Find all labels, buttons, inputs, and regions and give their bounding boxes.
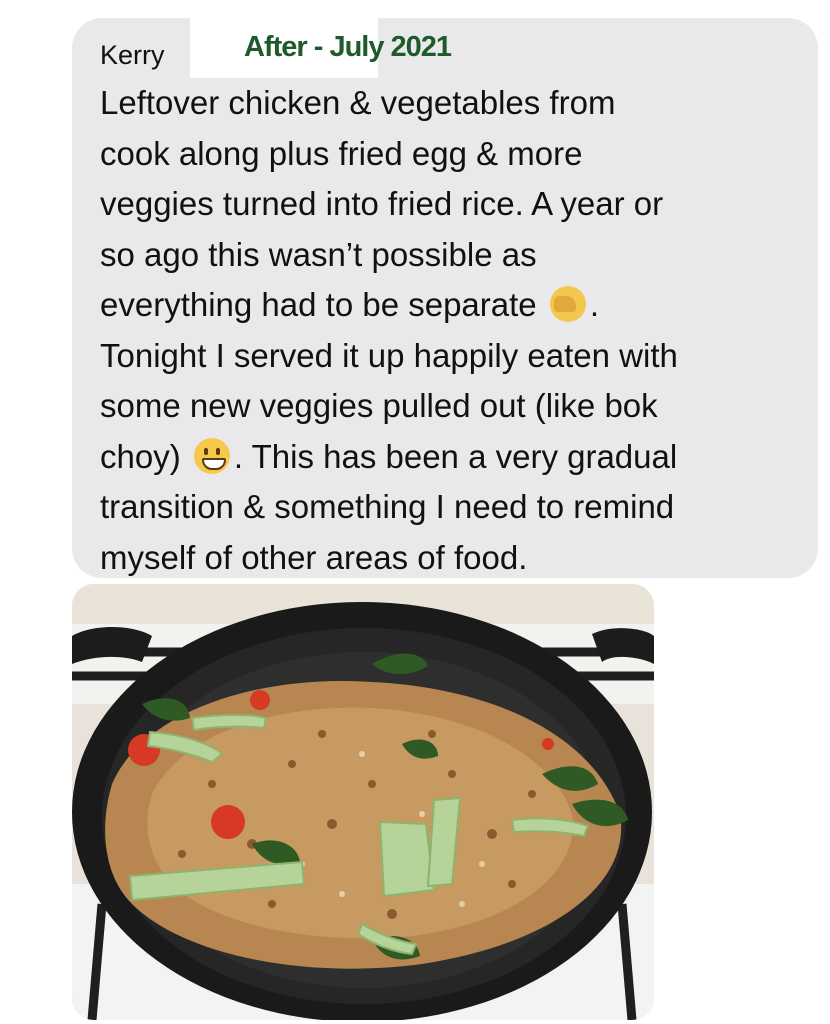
message-line-with-emoji: everything had to be separate . (100, 280, 800, 331)
message-segment: . (589, 286, 599, 323)
message-text: Leftover chicken & vegetables from cook … (100, 78, 800, 583)
message-line: cook along plus fried egg & more (100, 134, 583, 172)
message-line: Tonight I served it up happily eaten wit… (100, 336, 678, 374)
message-line: transition & something I need to remind (100, 488, 675, 525)
photo-attachment[interactable] (72, 584, 654, 1020)
message-segment: . This has been a very gradual (233, 437, 678, 475)
message-segment: choy) (100, 437, 181, 475)
message-segment: everything had to be separate (100, 286, 537, 323)
sender-name: Kerry (100, 40, 165, 70)
message-line: some new veggies pulled out (like bok (100, 387, 658, 424)
overlay-label-text: After - July 2021 (244, 31, 452, 63)
overlay-label-box: After - July 2021 (190, 18, 452, 78)
grinning-face-emoji-icon (193, 437, 230, 474)
fried-rice-pan-illustration (72, 584, 654, 1020)
message-line: Leftover chicken & vegetables from (100, 84, 616, 121)
message-line: so ago this wasn’t possible as (100, 235, 537, 273)
face-palm-emoji-icon (549, 286, 586, 322)
message-line: veggies turned into fried rice. A year o… (100, 185, 664, 222)
message-line: myself of other areas of food. (100, 538, 528, 576)
message-line-with-emoji: choy) . This has been a very gradual (100, 432, 800, 483)
